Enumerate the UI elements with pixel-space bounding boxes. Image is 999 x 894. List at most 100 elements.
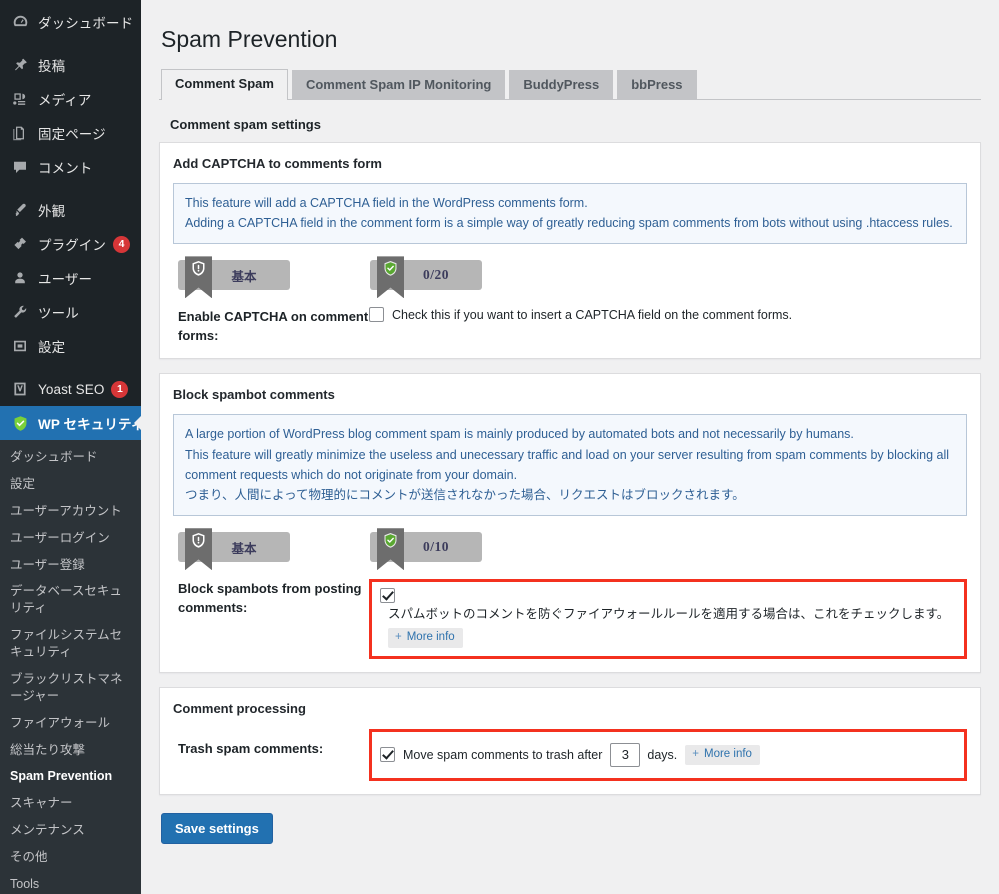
trash-spam-checkbox[interactable] [380,747,395,763]
sidebar-item-yoast-seo[interactable]: Yoast SEO 1 [0,372,141,406]
appearance-brush-icon [10,200,30,220]
row-label: Enable CAPTCHA on comment forms: [178,309,369,343]
row-trash-spam-comments: Trash spam comments: Move spam comments … [173,728,967,781]
checkbox-description: Check this if you want to insert a CAPTC… [392,307,793,322]
sidebar-item-label: プラグイン [38,238,106,253]
shield-icon [10,413,30,433]
sidebar-item-label: 固定ページ [38,127,106,142]
sidebar-item-label: ツール [38,306,79,321]
yoast-icon [10,379,30,399]
info-line: Adding a CAPTCHA field in the comment fo… [185,216,953,231]
media-icon [10,89,30,109]
sidebar-top-menu: ダッシュボード 投稿 メディア 固定ページ コメント 外観 プラグイン 4 ユー… [0,0,141,440]
sidebar-divider [0,184,141,193]
tab-bbpress[interactable]: bbPress [617,69,697,100]
sidebar-item-users[interactable]: ユーザー [0,261,141,295]
panel-block-spambot: Block spambot comments A large portion o… [159,373,981,673]
trash-days-input[interactable] [610,742,641,767]
submenu-item-settings[interactable]: 設定 [0,471,141,498]
sidebar-item-label: WP セキュリティ [38,417,141,432]
yoast-notification-badge: 1 [111,380,129,398]
submenu-item-tools[interactable]: Tools [0,871,141,894]
panel-title: Comment processing [173,700,306,716]
admin-sidebar: ダッシュボード 投稿 メディア 固定ページ コメント 外観 プラグイン 4 ユー… [0,0,141,894]
block-spambots-checkbox[interactable] [380,588,395,604]
submenu-item-maintenance[interactable]: メンテナンス [0,817,141,844]
info-line: つまり、人間によって物理的にコメントが送信されなかった場合、リクエストはブロック… [185,488,745,503]
sidebar-item-tools[interactable]: ツール [0,295,141,329]
row-enable-captcha: Enable CAPTCHA on comment forms: Check t… [173,306,967,345]
user-icon [10,268,30,288]
sidebar-item-settings[interactable]: 設定 [0,329,141,363]
sidebar-item-posts[interactable]: 投稿 [0,48,141,82]
info-line: This feature will add a CAPTCHA field in… [185,195,588,210]
sidebar-item-plugins[interactable]: プラグイン 4 [0,227,141,261]
more-info-label: More info [406,631,455,644]
sidebar-item-pages[interactable]: 固定ページ [0,116,141,150]
comment-icon [10,157,30,177]
submenu-item-scanner[interactable]: スキャナー [0,790,141,817]
badge-label: 0/10 [422,539,449,555]
sidebar-item-label: Yoast SEO [38,381,105,397]
checkbox-description: スパムボットのコメントを防ぐファイアウォールルールを適用する場合は、これをチェッ… [388,607,950,622]
shield-check-icon [377,528,404,571]
submenu-item-user-login[interactable]: ユーザーログイン [0,525,141,552]
captcha-info-box: This feature will add a CAPTCHA field in… [173,182,967,245]
tab-comment-spam[interactable]: Comment Spam [161,68,288,100]
tools-wrench-icon [10,302,30,322]
tab-buddypress[interactable]: BuddyPress [509,69,614,100]
plus-icon: + [692,748,699,761]
highlight-box-trash-spam: Move spam comments to trash after days. … [369,728,967,781]
more-info-button-spambots[interactable]: + More info [388,628,463,648]
trash-desc-before: Move spam comments to trash after [403,747,603,762]
submenu-item-firewall[interactable]: ファイアウォール [0,710,141,737]
sidebar-item-comments[interactable]: コメント [0,150,141,184]
sidebar-item-wp-security[interactable]: WP セキュリティ [0,406,141,440]
row-label: Block spambots from posting comments: [178,581,362,615]
more-info-button-trash[interactable]: + More info [685,745,760,765]
sidebar-item-label: ダッシュボード [38,16,134,31]
submenu-item-spam-prevention[interactable]: Spam Prevention [0,763,141,790]
page-title: Spam Prevention [161,26,338,52]
badge-score: 0/10 [370,528,482,571]
more-info-label: More info [704,748,752,761]
settings-gear-icon [10,336,30,356]
submenu-item-user-accounts[interactable]: ユーザーアカウント [0,498,141,525]
plugin-icon [10,234,30,254]
submenu-item-user-registration[interactable]: ユーザー登録 [0,552,141,579]
sidebar-item-label: メディア [38,93,92,108]
submenu-item-dashboard[interactable]: ダッシュボード [0,444,141,471]
panel-comment-processing: Comment processing Trash spam comments: … [159,686,981,795]
submenu-item-database-security[interactable]: データベースセキュリティ [0,578,141,622]
wp-security-submenu: ダッシュボード 設定 ユーザーアカウント ユーザーログイン ユーザー登録 データ… [0,440,141,894]
badge-score: 0/20 [370,256,482,299]
trash-desc-after: days. [647,747,678,762]
row-field: Move spam comments to trash after days. … [369,728,967,781]
sidebar-item-dashboard[interactable]: ダッシュボード [0,5,141,39]
panel-title: Block spambot comments [173,387,335,403]
plugin-update-count-badge: 4 [113,235,130,253]
sidebar-item-appearance[interactable]: 外観 [0,193,141,227]
submenu-item-miscellaneous[interactable]: その他 [0,844,141,871]
sidebar-divider [0,363,141,372]
row-block-spambots: Block spambots from posting comments: スパ… [173,578,967,659]
sidebar-item-media[interactable]: メディア [0,82,141,116]
sidebar-item-label: ユーザー [38,272,93,287]
sidebar-item-label: 外観 [38,204,66,219]
badge-label: 基本 [231,541,257,556]
enable-captcha-checkbox[interactable] [369,307,384,323]
badge-basic: 基本 [178,528,290,571]
submenu-item-blacklist-manager[interactable]: ブラックリストマネージャー [0,666,141,710]
panel-add-captcha: Add CAPTCHA to comments form This featur… [159,141,981,360]
captcha-badges: 基本 0/20 [178,256,967,299]
admin-page: ダッシュボード 投稿 メディア 固定ページ コメント 外観 プラグイン 4 ユー… [0,0,999,894]
sidebar-item-label: コメント [38,161,93,176]
save-settings-button[interactable]: Save settings [161,812,273,844]
submenu-item-filesystem-security[interactable]: ファイルシステムセキュリティ [0,622,141,666]
main-content: Spam Prevention Comment Spam Comment Spa… [141,0,999,894]
row-label: Trash spam comments: [178,740,324,756]
tab-comment-spam-ip-monitoring[interactable]: Comment Spam IP Monitoring [291,69,506,100]
submenu-item-brute-force[interactable]: 総当たり攻撃 [0,737,141,764]
pin-icon [10,55,30,75]
spambot-badges: 基本 0/10 [178,528,967,571]
